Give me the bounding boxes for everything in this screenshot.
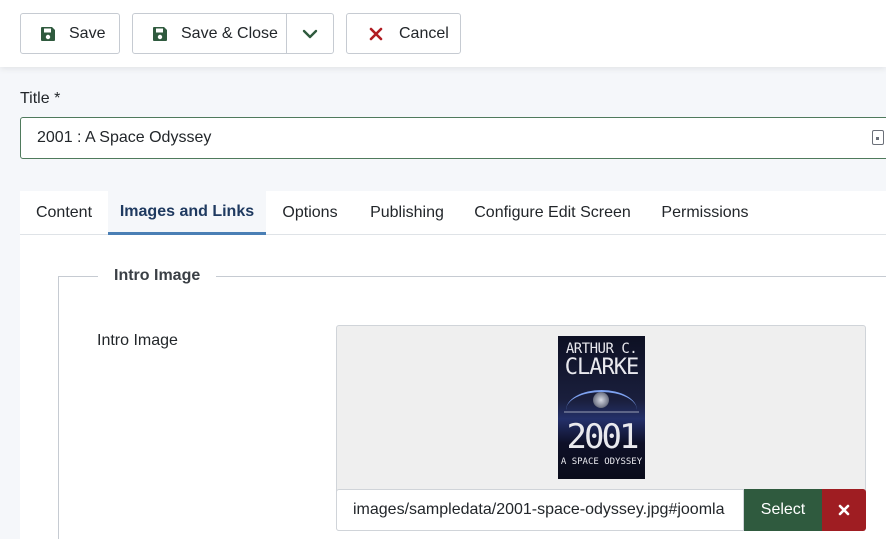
clear-image-button[interactable]: [822, 489, 866, 531]
intro-image-label: Intro Image: [97, 332, 178, 349]
cover-spacecraft: [593, 392, 609, 408]
cover-subtitle: A SPACE ODYSSEY: [560, 457, 643, 467]
intro-image-legend: Intro Image: [98, 267, 217, 285]
intro-image-path-input[interactable]: images/sampledata/2001-space-odyssey.jpg…: [336, 489, 744, 531]
save-close-button-label: Save & Close: [181, 24, 278, 42]
title-label: Title *: [20, 90, 61, 107]
select-image-button[interactable]: Select: [744, 489, 822, 531]
tab-options[interactable]: Options: [266, 191, 354, 235]
tab-permissions[interactable]: Permissions: [645, 191, 765, 235]
tab-content[interactable]: Content: [20, 191, 108, 235]
toolbar: Save Save & Close Cancel: [0, 0, 886, 67]
tab-publishing[interactable]: Publishing: [354, 191, 460, 235]
cancel-button-label: Cancel: [399, 24, 449, 42]
cover-author-line2: CLARKE: [564, 355, 639, 380]
close-icon: [367, 25, 385, 43]
save-button-label: Save: [69, 24, 106, 42]
contact-card-icon: [872, 130, 884, 145]
tab-configure-edit-screen[interactable]: Configure Edit Screen: [460, 191, 645, 235]
cover-title-year: 2001: [566, 417, 640, 457]
save-close-button[interactable]: Save & Close: [132, 13, 334, 54]
floppy-disk-icon: [151, 25, 169, 43]
tab-images-and-links[interactable]: Images and Links: [108, 191, 266, 235]
tab-bar: Content Images and Links Options Publish…: [20, 191, 886, 235]
cover-author-line1: ARTHUR C.: [565, 341, 638, 357]
cover-tagline-strip: [564, 411, 639, 413]
images-and-links-panel: Intro Image Intro Image ARTHUR C. CLARKE…: [20, 235, 886, 539]
save-options-dropdown-button[interactable]: [287, 14, 333, 53]
save-button[interactable]: Save: [20, 13, 120, 54]
title-input[interactable]: 2001 : A Space Odyssey: [20, 117, 886, 159]
book-cover-image: ARTHUR C. CLARKE 2001 A SPACE ODYSSEY: [558, 336, 645, 479]
floppy-disk-icon: [39, 25, 57, 43]
chevron-down-icon: [302, 29, 318, 38]
cancel-button[interactable]: Cancel: [346, 13, 461, 54]
close-icon: [838, 504, 850, 516]
